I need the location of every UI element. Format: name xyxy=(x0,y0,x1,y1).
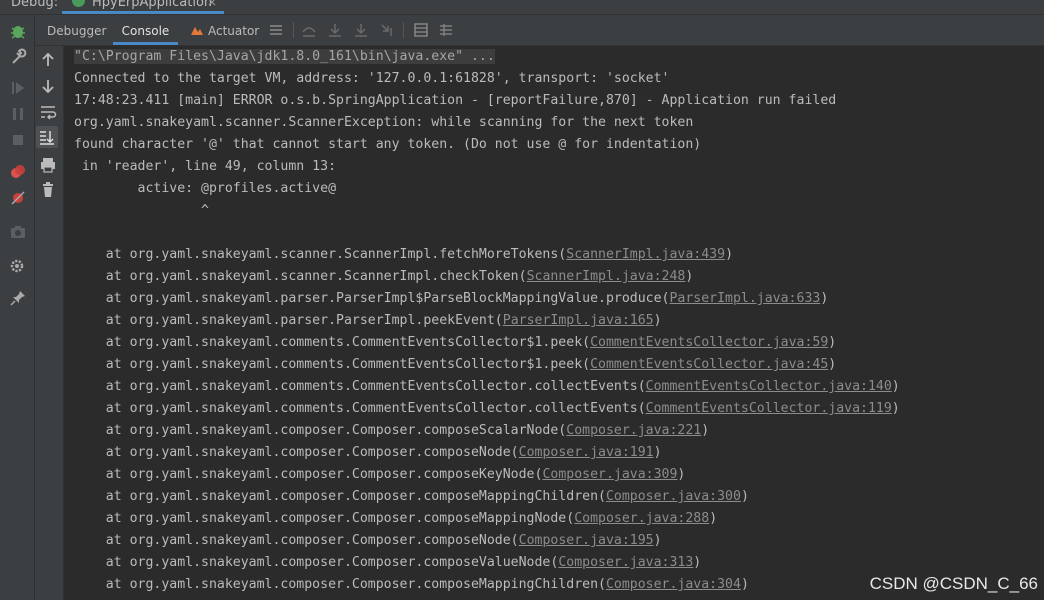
source-link[interactable]: Composer.java:288 xyxy=(574,511,709,526)
stack-frame: at org.yaml.snakeyaml.composer.Composer.… xyxy=(74,577,749,592)
stack-frame-text: at org.yaml.snakeyaml.composer.Composer.… xyxy=(74,511,575,526)
source-link[interactable]: ScannerImpl.java:248 xyxy=(527,269,686,284)
source-link[interactable]: ScannerImpl.java:439 xyxy=(566,247,725,262)
toolbar-separator xyxy=(293,22,294,38)
stack-frame: at org.yaml.snakeyaml.composer.Composer.… xyxy=(74,511,718,526)
scroll-to-end-icon xyxy=(40,131,54,145)
stack-frame: at org.yaml.snakeyaml.composer.Composer.… xyxy=(74,467,686,482)
stack-frame: at org.yaml.snakeyaml.composer.Composer.… xyxy=(74,555,702,570)
source-link[interactable]: Composer.java:300 xyxy=(606,489,741,504)
pin-icon[interactable] xyxy=(9,289,27,307)
stack-frame-text: at org.yaml.snakeyaml.comments.CommentEv… xyxy=(74,357,591,372)
source-link[interactable]: Composer.java:221 xyxy=(566,423,701,438)
trash-icon[interactable] xyxy=(39,181,57,199)
console-line: found character '@' that cannot start an… xyxy=(74,137,702,152)
source-link[interactable]: CommentEventsCollector.java:45 xyxy=(590,357,828,372)
resume-icon[interactable] xyxy=(9,79,27,97)
debug-run-strip: Debug: HpyErpApplication × xyxy=(0,0,1044,15)
toolbar-separator xyxy=(403,22,404,38)
soft-wrap-icon[interactable] xyxy=(39,103,57,121)
stack-frame-text: at org.yaml.snakeyaml.composer.Composer.… xyxy=(74,533,519,548)
scroll-to-end-button[interactable] xyxy=(36,126,58,148)
stack-frame-text: at org.yaml.snakeyaml.comments.CommentEv… xyxy=(74,335,591,350)
console-line: Connected to the target VM, address: '12… xyxy=(74,71,670,86)
tab-debugger[interactable]: Debugger xyxy=(47,15,113,45)
stack-frame: at org.yaml.snakeyaml.composer.Composer.… xyxy=(74,445,662,460)
console-line: in 'reader', line 49, column 13: xyxy=(74,159,337,174)
actuator-icon xyxy=(191,27,203,35)
camera-icon[interactable] xyxy=(9,223,27,241)
console-line: org.yaml.snakeyaml.scanner.ScannerExcept… xyxy=(74,115,694,130)
source-link[interactable]: Composer.java:304 xyxy=(606,577,741,592)
tab-actuator-label: Actuator xyxy=(208,24,260,38)
stack-frame-text: at org.yaml.snakeyaml.composer.Composer.… xyxy=(74,555,559,570)
console-output[interactable]: "C:\Program Files\Java\jdk1.8.0_161\bin\… xyxy=(64,46,1044,600)
wrench-icon[interactable] xyxy=(9,48,27,66)
stack-frame: at org.yaml.snakeyaml.comments.CommentEv… xyxy=(74,335,837,350)
run-config-icon xyxy=(72,0,85,7)
stop-icon[interactable] xyxy=(9,131,27,149)
run-config-tab[interactable]: HpyErpApplication × xyxy=(62,0,224,14)
debug-tab-bar: Debugger Console Actuator xyxy=(35,15,1044,46)
up-arrow-icon[interactable] xyxy=(39,51,57,69)
debug-bug-icon[interactable] xyxy=(9,22,27,40)
tab-console[interactable]: Console xyxy=(113,15,178,45)
console-line: active: @profiles.active@ xyxy=(74,181,337,196)
print-icon[interactable] xyxy=(39,156,57,174)
force-step-into-icon[interactable] xyxy=(353,22,369,38)
source-link[interactable]: CommentEventsCollector.java:140 xyxy=(646,379,892,394)
stack-frame: at org.yaml.snakeyaml.comments.CommentEv… xyxy=(74,357,837,372)
console-side-toolbar xyxy=(35,46,64,600)
stack-frame: at org.yaml.snakeyaml.scanner.ScannerImp… xyxy=(74,247,734,262)
command-text: "C:\Program Files\Java\jdk1.8.0_161\bin\… xyxy=(74,49,495,64)
frames-icon[interactable] xyxy=(413,22,429,38)
pause-icon[interactable] xyxy=(9,105,27,123)
stack-frame: at org.yaml.snakeyaml.parser.ParserImpl.… xyxy=(74,313,662,328)
debug-label: Debug: xyxy=(11,0,59,10)
step-out-icon[interactable] xyxy=(379,22,395,38)
source-link[interactable]: CommentEventsCollector.java:59 xyxy=(590,335,828,350)
debug-left-toolbar xyxy=(0,15,35,600)
console-line: 17:48:23.411 [main] ERROR o.s.b.SpringAp… xyxy=(74,93,837,108)
stack-frame-text: at org.yaml.snakeyaml.composer.Composer.… xyxy=(74,577,606,592)
watermark: CSDN @CSDN_C_66 xyxy=(869,574,1038,593)
mute-breakpoints-icon[interactable] xyxy=(9,189,27,207)
source-link[interactable]: Composer.java:191 xyxy=(519,445,654,460)
tab-actuator[interactable]: Actuator xyxy=(190,15,270,45)
stack-frame-text: at org.yaml.snakeyaml.composer.Composer.… xyxy=(74,467,543,482)
settings-icon[interactable] xyxy=(9,257,27,275)
stack-frame-text: at org.yaml.snakeyaml.composer.Composer.… xyxy=(74,423,567,438)
console-line: ^ xyxy=(74,203,209,218)
stack-frame-text: at org.yaml.snakeyaml.composer.Composer.… xyxy=(74,445,519,460)
stack-frame-text: at org.yaml.snakeyaml.comments.CommentEv… xyxy=(74,379,646,394)
stack-frame: at org.yaml.snakeyaml.comments.CommentEv… xyxy=(74,379,900,394)
stack-frame-text: at org.yaml.snakeyaml.comments.CommentEv… xyxy=(74,401,646,416)
view-breakpoints-icon[interactable] xyxy=(9,163,27,181)
hamburger-icon[interactable] xyxy=(268,22,284,38)
stack-frame: at org.yaml.snakeyaml.scanner.ScannerImp… xyxy=(74,269,694,284)
stack-frame-text: at org.yaml.snakeyaml.scanner.ScannerImp… xyxy=(74,247,567,262)
stack-frame: at org.yaml.snakeyaml.composer.Composer.… xyxy=(74,489,749,504)
down-arrow-icon[interactable] xyxy=(39,77,57,95)
step-into-icon[interactable] xyxy=(327,22,343,38)
source-link[interactable]: CommentEventsCollector.java:119 xyxy=(646,401,892,416)
stack-frame-text: at org.yaml.snakeyaml.composer.Composer.… xyxy=(74,489,606,504)
close-icon[interactable]: × xyxy=(207,0,217,9)
source-link[interactable]: Composer.java:309 xyxy=(542,467,677,482)
source-link[interactable]: Composer.java:195 xyxy=(519,533,654,548)
source-link[interactable]: ParserImpl.java:165 xyxy=(503,313,654,328)
stack-frame: at org.yaml.snakeyaml.composer.Composer.… xyxy=(74,533,662,548)
evaluate-icon[interactable] xyxy=(438,22,454,38)
stack-frame-text: at org.yaml.snakeyaml.parser.ParserImpl.… xyxy=(74,313,503,328)
stack-frame: at org.yaml.snakeyaml.composer.Composer.… xyxy=(74,423,710,438)
source-link[interactable]: ParserImpl.java:633 xyxy=(669,291,820,306)
stack-frame: at org.yaml.snakeyaml.comments.CommentEv… xyxy=(74,401,900,416)
stack-frame-text: at org.yaml.snakeyaml.parser.ParserImpl$… xyxy=(74,291,670,306)
console-command-line: "C:\Program Files\Java\jdk1.8.0_161\bin\… xyxy=(74,46,495,68)
stack-frame: at org.yaml.snakeyaml.parser.ParserImpl$… xyxy=(74,291,829,306)
run-config-name: HpyErpApplication xyxy=(92,0,213,10)
stack-frame-text: at org.yaml.snakeyaml.scanner.ScannerImp… xyxy=(74,269,527,284)
step-over-icon[interactable] xyxy=(301,22,317,38)
source-link[interactable]: Composer.java:313 xyxy=(558,555,693,570)
